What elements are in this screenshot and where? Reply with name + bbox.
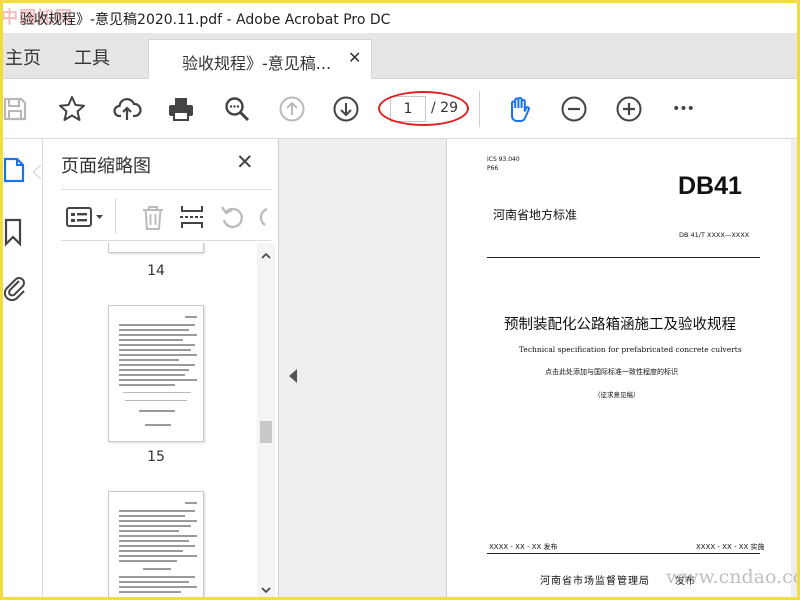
tab-home[interactable]: 主页 <box>5 44 41 70</box>
page-thumbnails-icon[interactable] <box>3 155 29 185</box>
draft-note: （征求意见稿） <box>594 391 640 399</box>
footer-rule <box>487 553 760 554</box>
tab-tools[interactable]: 工具 <box>74 44 110 70</box>
thumbnail-page-16[interactable] <box>108 491 204 597</box>
thumbnail-list: 14 15 <box>61 243 257 597</box>
extract-pages-icon[interactable] <box>178 203 206 231</box>
panel-toolbar-separator <box>115 198 116 234</box>
collapse-panel-arrow-icon[interactable] <box>289 369 297 383</box>
pdf-page: ICS 93.040 P66 DB41 河南省地方标准 DB 41/T XXXX… <box>446 139 791 597</box>
plus-circle-icon <box>616 96 642 122</box>
panel-title: 页面缩略图 <box>61 156 151 177</box>
bookmark-icon[interactable] <box>3 217 29 247</box>
paperclip-icon[interactable] <box>3 273 29 303</box>
toolbar: 1 / 29 ••• <box>3 79 797 139</box>
ics-code: ICS 93.040 <box>487 156 520 163</box>
rotate-left-icon[interactable] <box>219 203 247 231</box>
more-tools-button[interactable]: ••• <box>667 93 699 125</box>
save-icon <box>3 97 27 121</box>
magnifier-icon <box>225 97 250 122</box>
document-title-cn: 预制装配化公路箱涵施工及验收规程 <box>504 317 736 333</box>
standard-mark: DB41 <box>678 172 742 200</box>
rotate-right-icon[interactable] <box>255 203 271 231</box>
previous-page-button[interactable] <box>276 93 308 125</box>
panel-close-button[interactable]: ✕ <box>236 150 254 174</box>
zoom-search-button[interactable] <box>221 93 253 125</box>
standard-type: 河南省地方标准 <box>493 208 578 222</box>
minus-circle-icon <box>561 96 587 122</box>
implementation-date: XXXX - XX - XX 实施 <box>696 543 765 551</box>
standard-number: DB 41/T XXXX—XXXX <box>679 231 750 239</box>
print-button[interactable] <box>165 93 197 125</box>
tab-close-button[interactable]: ✕ <box>348 48 361 67</box>
document-title-en: Technical specification for prefabricate… <box>519 345 742 354</box>
rail-selected-indicator-icon <box>33 165 41 179</box>
thumbnail-page-14[interactable] <box>108 305 204 442</box>
header-rule <box>487 257 760 258</box>
printer-icon <box>169 98 193 121</box>
thumbnail-page-13[interactable] <box>108 243 204 253</box>
thumbnail-scrollbar[interactable] <box>257 243 275 597</box>
trash-icon[interactable] <box>139 203 167 231</box>
zoom-in-button[interactable] <box>613 93 645 125</box>
zoom-out-button[interactable] <box>558 93 590 125</box>
left-rail <box>3 139 43 597</box>
issue-date: XXXX - XX - XX 发布 <box>489 543 558 551</box>
tab-document[interactable]: 验收规程》-意见稿... ✕ <box>148 39 372 80</box>
issuer: 河南省市场监督管理局 <box>540 576 650 587</box>
tab-document-label: 验收规程》-意见稿... <box>182 54 332 73</box>
hand-tool-button[interactable] <box>503 93 535 125</box>
save-button[interactable] <box>3 93 31 125</box>
cloud-upload-icon <box>113 98 142 120</box>
tab-bar: 主页 工具 验收规程》-意见稿... ✕ <box>3 33 797 80</box>
panel-toolbar <box>61 189 271 241</box>
arrow-down-circle-icon <box>333 96 359 122</box>
bookmark-star-button[interactable] <box>56 93 88 125</box>
options-menu-icon[interactable] <box>65 203 105 231</box>
scrollbar-thumb[interactable] <box>260 421 272 443</box>
next-page-button[interactable] <box>330 93 362 125</box>
thumbnail-label-15: 15 <box>147 449 165 465</box>
thumbnail-label-14: 14 <box>147 263 165 279</box>
toolbar-separator <box>479 91 480 127</box>
red-highlight-ellipse <box>378 91 469 126</box>
consistency-note: 点击此处添加与国际标准一致性程度的标识 <box>545 368 678 376</box>
star-icon <box>59 96 85 121</box>
hand-icon <box>511 96 530 122</box>
arrow-up-circle-icon <box>279 96 305 122</box>
acrobat-window: 中国知网 验收规程》-意见稿2020.11.pdf - Adobe Acroba… <box>3 3 797 597</box>
class-code: P66 <box>487 165 499 172</box>
window-title: 验收规程》-意见稿2020.11.pdf - Adobe Acrobat Pro… <box>20 12 391 28</box>
scroll-up-arrow-icon[interactable] <box>261 251 271 261</box>
thumbnail-panel: 页面缩略图 ✕ 14 15 <box>43 139 279 597</box>
watermark-bottom: www.cndao.com <box>666 566 797 588</box>
scroll-down-arrow-icon[interactable] <box>261 585 271 595</box>
title-bar: 中国知网 验收规程》-意见稿2020.11.pdf - Adobe Acroba… <box>3 3 797 33</box>
upload-cloud-button[interactable] <box>111 93 143 125</box>
document-view[interactable]: ICS 93.040 P66 DB41 河南省地方标准 DB 41/T XXXX… <box>279 139 797 597</box>
